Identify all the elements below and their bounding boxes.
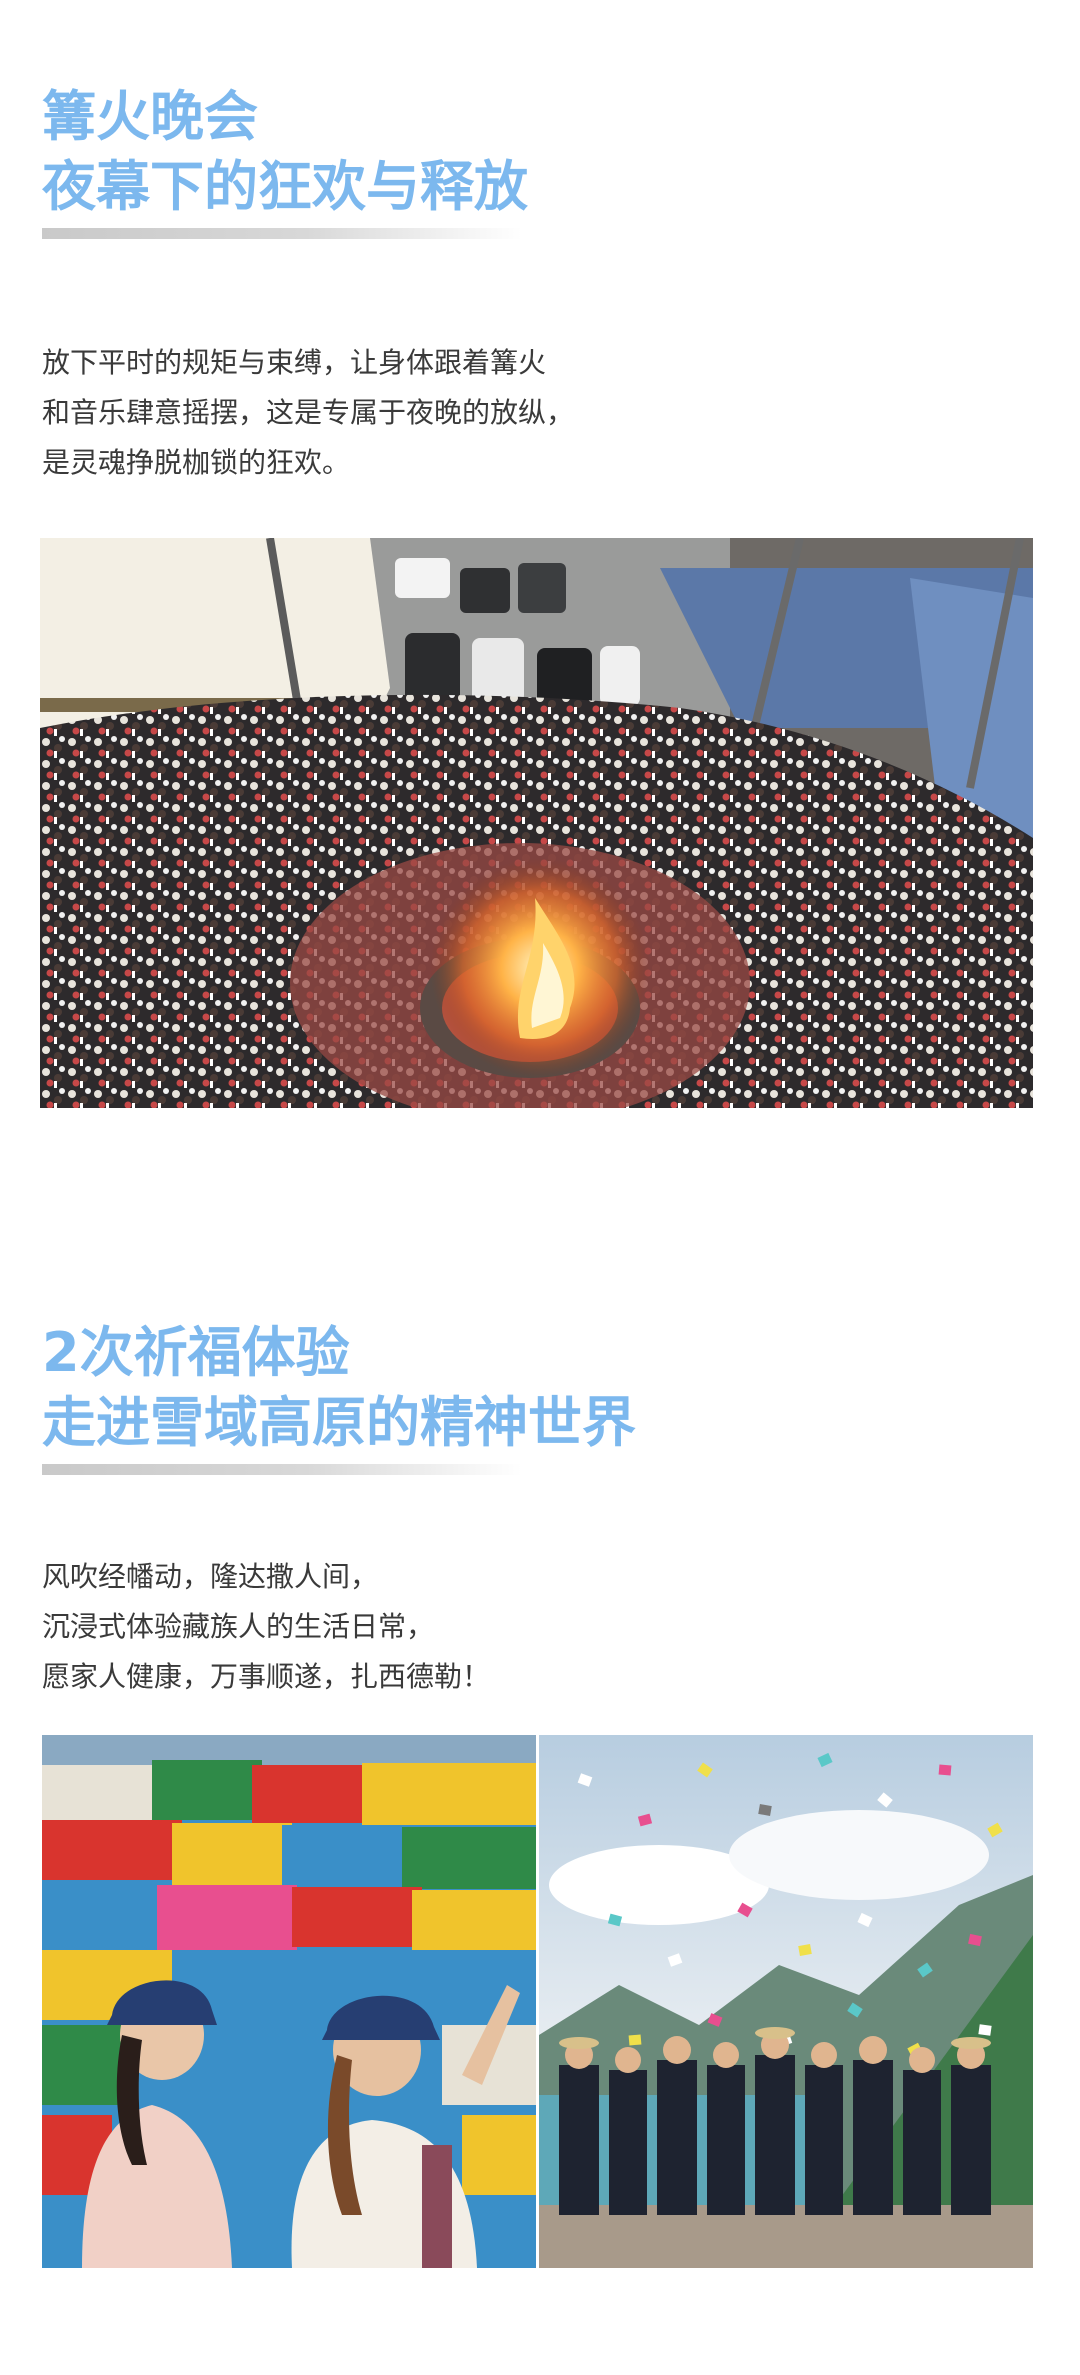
section2-underline — [42, 1464, 522, 1475]
section2-body-line: 沉浸式体验藏族人的生活日常， — [42, 1610, 435, 1643]
section1-heading: 篝火晚会 夜幕下的狂欢与释放 — [42, 82, 528, 222]
section1-title-line1: 篝火晚会 — [42, 85, 258, 148]
section1-title-line2: 夜幕下的狂欢与释放 — [42, 155, 528, 218]
section2-body-line: 愿家人健康，万事顺遂，扎西德勒！ — [42, 1660, 491, 1693]
section2-title-line2: 走进雪域高原的精神世界 — [42, 1391, 636, 1454]
bonfire-crowd-photo — [40, 538, 1033, 1108]
section1-underline — [42, 228, 522, 239]
section2-heading: 2次祈福体验 走进雪域高原的精神世界 — [42, 1318, 636, 1458]
lungta-throwing-photo — [539, 1735, 1033, 2268]
section1-body-line: 放下平时的规矩与束缚，让身体跟着篝火 — [42, 346, 547, 379]
section2-title-line1: 2次祈福体验 — [42, 1321, 350, 1384]
section2-body: 风吹经幡动，隆达撒人间， 沉浸式体验藏族人的生活日常， 愿家人健康，万事顺遂，扎… — [42, 1552, 490, 1702]
lungta-throwing-illustration — [539, 1735, 1033, 2268]
bonfire-crowd-illustration — [40, 538, 1033, 1108]
prayer-flags-photo — [42, 1735, 536, 2268]
prayer-flags-illustration — [42, 1735, 536, 2268]
section1-body: 放下平时的规矩与束缚，让身体跟着篝火 和音乐肆意摇摆，这是专属于夜晚的放纵， 是… — [42, 338, 574, 488]
section1-body-line: 是灵魂挣脱枷锁的狂欢。 — [42, 446, 351, 479]
section2-body-line: 风吹经幡动，隆达撒人间， — [42, 1560, 379, 1593]
section1-body-line: 和音乐肆意摇摆，这是专属于夜晚的放纵， — [42, 396, 575, 429]
